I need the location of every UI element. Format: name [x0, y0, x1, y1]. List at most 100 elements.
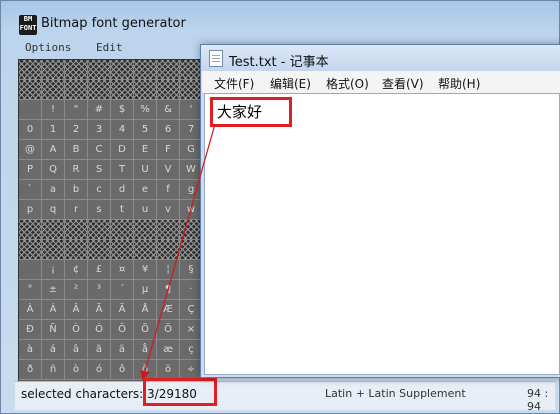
- glyph-cell[interactable]: [19, 260, 42, 280]
- notepad-text-area[interactable]: 大家好: [204, 93, 560, 375]
- glyph-cell[interactable]: C: [88, 140, 111, 160]
- glyph-cell[interactable]: [88, 240, 111, 260]
- glyph-cell[interactable]: [157, 240, 180, 260]
- glyph-cell[interactable]: 6: [157, 120, 180, 140]
- glyph-cell[interactable]: [42, 240, 65, 260]
- bmfont-titlebar[interactable]: BM FONT Bitmap font generator: [1, 1, 559, 39]
- glyph-cell[interactable]: ä: [111, 340, 134, 360]
- menu-edit[interactable]: Edit: [96, 41, 123, 54]
- glyph-cell[interactable]: [19, 80, 42, 100]
- glyph-cell[interactable]: [42, 60, 65, 80]
- glyph-cell[interactable]: [19, 100, 42, 120]
- glyph-cell[interactable]: !: [42, 100, 65, 120]
- glyph-cell[interactable]: á: [42, 340, 65, 360]
- glyph-cell[interactable]: à: [19, 340, 42, 360]
- menu-file[interactable]: 文件(F): [214, 75, 254, 92]
- glyph-cell[interactable]: ±: [42, 280, 65, 300]
- glyph-cell[interactable]: [157, 220, 180, 240]
- glyph-cell[interactable]: ¶: [157, 280, 180, 300]
- glyph-cell[interactable]: Ö: [157, 320, 180, 340]
- glyph-cell[interactable]: [134, 80, 157, 100]
- glyph-cell[interactable]: #: [88, 100, 111, 120]
- glyph-cell[interactable]: `: [19, 180, 42, 200]
- menu-format[interactable]: 格式(O): [326, 75, 369, 92]
- glyph-cell[interactable]: [65, 240, 88, 260]
- glyph-cell[interactable]: 3: [88, 120, 111, 140]
- menu-edit[interactable]: 编辑(E): [270, 75, 311, 92]
- glyph-cell[interactable]: [19, 240, 42, 260]
- glyph-cell[interactable]: å: [134, 340, 157, 360]
- glyph-cell[interactable]: [134, 60, 157, 80]
- menu-help[interactable]: 帮助(H): [438, 75, 480, 92]
- character-grid[interactable]: ! " # $% & ' 0 1 2 3 4 5 6 7 @ A B C D E F G P Q R S T U V W ` a b c d e f g p…: [18, 59, 206, 383]
- glyph-cell[interactable]: u: [134, 200, 157, 220]
- glyph-cell[interactable]: [111, 220, 134, 240]
- menu-view[interactable]: 查看(V): [382, 75, 424, 92]
- glyph-cell[interactable]: f: [157, 180, 180, 200]
- glyph-cell[interactable]: ¦: [157, 260, 180, 280]
- glyph-cell[interactable]: Å: [134, 300, 157, 320]
- glyph-cell[interactable]: [111, 240, 134, 260]
- glyph-cell[interactable]: c: [88, 180, 111, 200]
- glyph-cell[interactable]: [65, 220, 88, 240]
- glyph-cell[interactable]: 4: [111, 120, 134, 140]
- glyph-cell[interactable]: ³: [88, 280, 111, 300]
- glyph-cell[interactable]: B: [65, 140, 88, 160]
- glyph-cell[interactable]: p: [19, 200, 42, 220]
- glyph-cell[interactable]: ñ: [42, 360, 65, 380]
- glyph-cell[interactable]: q: [42, 200, 65, 220]
- glyph-cell[interactable]: A: [42, 140, 65, 160]
- glyph-cell[interactable]: @: [19, 140, 42, 160]
- glyph-cell[interactable]: ¡: [42, 260, 65, 280]
- glyph-cell[interactable]: Â: [65, 300, 88, 320]
- glyph-cell[interactable]: Á: [42, 300, 65, 320]
- glyph-cell[interactable]: £: [88, 260, 111, 280]
- glyph-cell[interactable]: µ: [134, 280, 157, 300]
- glyph-cell[interactable]: $: [111, 100, 134, 120]
- glyph-cell[interactable]: Ð: [19, 320, 42, 340]
- glyph-cell[interactable]: ö: [157, 360, 180, 380]
- glyph-cell[interactable]: [157, 60, 180, 80]
- glyph-cell[interactable]: Õ: [134, 320, 157, 340]
- glyph-cell[interactable]: P: [19, 160, 42, 180]
- glyph-cell[interactable]: â: [65, 340, 88, 360]
- glyph-cell[interactable]: T: [111, 160, 134, 180]
- glyph-cell[interactable]: Æ: [157, 300, 180, 320]
- glyph-cell[interactable]: [19, 60, 42, 80]
- glyph-cell[interactable]: ²: [65, 280, 88, 300]
- glyph-cell[interactable]: æ: [157, 340, 180, 360]
- glyph-cell[interactable]: V: [157, 160, 180, 180]
- glyph-cell[interactable]: [65, 60, 88, 80]
- glyph-cell[interactable]: õ: [134, 360, 157, 380]
- glyph-cell[interactable]: ": [65, 100, 88, 120]
- glyph-cell[interactable]: F: [157, 140, 180, 160]
- glyph-cell[interactable]: &: [157, 100, 180, 120]
- glyph-cell[interactable]: [42, 220, 65, 240]
- glyph-cell[interactable]: ó: [88, 360, 111, 380]
- glyph-cell[interactable]: %: [134, 100, 157, 120]
- glyph-cell[interactable]: [19, 220, 42, 240]
- glyph-cell[interactable]: À: [19, 300, 42, 320]
- glyph-cell[interactable]: [111, 60, 134, 80]
- glyph-cell[interactable]: [111, 80, 134, 100]
- glyph-cell[interactable]: 0: [19, 120, 42, 140]
- glyph-cell[interactable]: b: [65, 180, 88, 200]
- glyph-cell[interactable]: [65, 80, 88, 100]
- glyph-cell[interactable]: s: [88, 200, 111, 220]
- glyph-cell[interactable]: ô: [111, 360, 134, 380]
- glyph-cell[interactable]: v: [157, 200, 180, 220]
- glyph-cell[interactable]: [134, 220, 157, 240]
- glyph-cell[interactable]: ¤: [111, 260, 134, 280]
- glyph-cell[interactable]: Ã: [88, 300, 111, 320]
- glyph-cell[interactable]: d: [111, 180, 134, 200]
- glyph-cell[interactable]: [88, 60, 111, 80]
- glyph-cell[interactable]: °: [19, 280, 42, 300]
- glyph-cell[interactable]: D: [111, 140, 134, 160]
- glyph-cell[interactable]: 1: [42, 120, 65, 140]
- glyph-cell[interactable]: [157, 80, 180, 100]
- glyph-cell[interactable]: [88, 220, 111, 240]
- glyph-cell[interactable]: Ä: [111, 300, 134, 320]
- glyph-cell[interactable]: Ó: [88, 320, 111, 340]
- notepad-titlebar[interactable]: Test.txt - 记事本: [201, 45, 560, 71]
- glyph-cell[interactable]: E: [134, 140, 157, 160]
